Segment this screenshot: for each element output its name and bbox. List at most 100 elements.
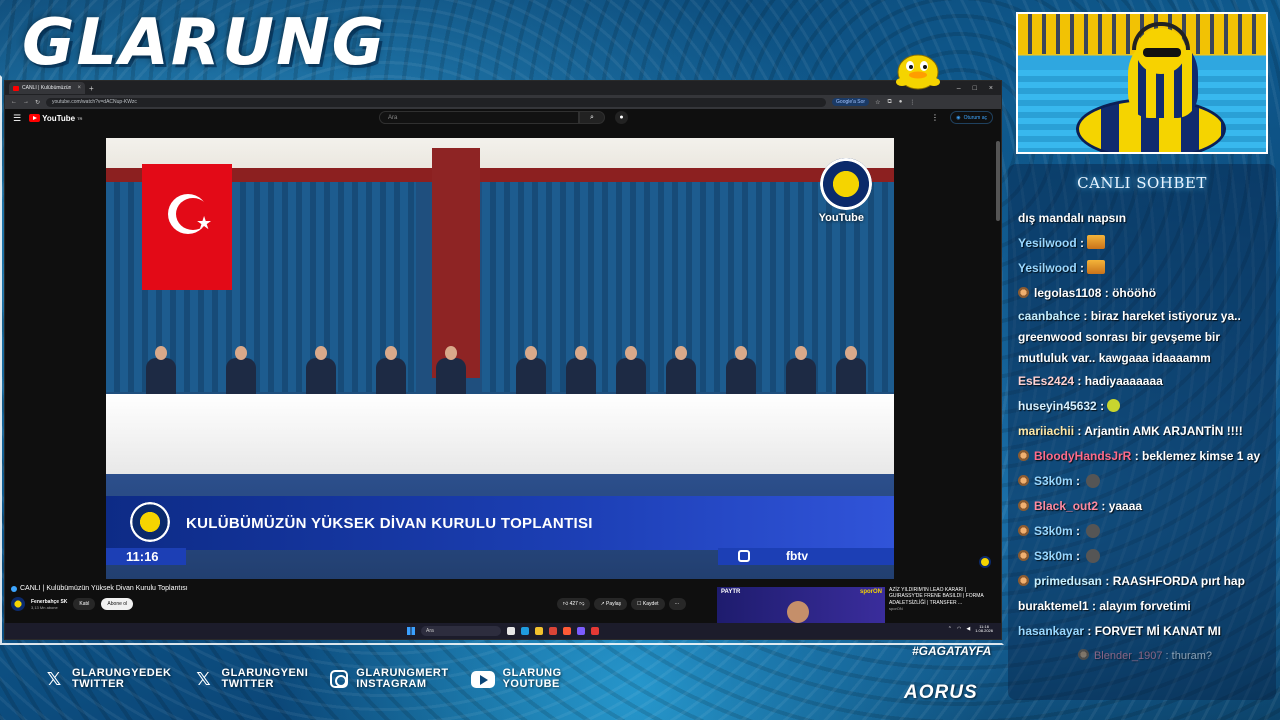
more-options-icon[interactable]: ⋮ [931, 113, 939, 122]
user-badge-icon [1018, 287, 1029, 298]
new-tab-button[interactable]: + [89, 84, 94, 93]
taskbar-search[interactable]: Ara [421, 626, 501, 636]
extensions-icon[interactable]: ⧉ [887, 99, 891, 106]
user-badge-icon [1018, 525, 1029, 536]
maximize-button[interactable]: □ [973, 85, 977, 92]
network-icon[interactable]: ◠ [957, 626, 961, 632]
chat-username[interactable]: S3k0m [1034, 549, 1073, 563]
windows-start-icon[interactable] [407, 627, 415, 635]
chat-text: : [1100, 399, 1105, 413]
chrome-icon[interactable] [549, 627, 557, 635]
taskbar-clock[interactable]: 11:16 1.08.2026 [975, 624, 993, 634]
chat-username[interactable]: Black_out2 [1034, 499, 1098, 513]
chat-username[interactable]: Blender_1907 [1094, 650, 1163, 662]
menu-icon[interactable]: ⋮ [909, 99, 915, 106]
chat-text: : [1076, 549, 1081, 563]
edge-icon[interactable] [521, 627, 529, 635]
chat-username[interactable]: Yesilwood [1018, 236, 1077, 250]
youtube-search-input[interactable]: Ara [379, 111, 579, 124]
close-window-button[interactable]: × [989, 85, 993, 92]
recommended-video[interactable]: PAYTR sporON AZİZ YILDIRIM'IN LEAO KARAR… [717, 587, 999, 623]
chat-text: : [1076, 524, 1081, 538]
share-button[interactable]: ↗ Paylaş [594, 598, 628, 610]
channel-watermark-icon[interactable] [979, 556, 991, 568]
recommended-channel[interactable]: sporON [889, 606, 999, 611]
page-scrollbar[interactable] [996, 141, 1000, 221]
thumb-label: PAYTR [721, 589, 741, 595]
thumbs-down-icon[interactable]: 👎︎ [579, 601, 584, 607]
chat-username[interactable]: legolas1108 [1034, 286, 1101, 300]
brave-icon[interactable] [563, 627, 571, 635]
bookmark-star-icon[interactable]: ☆ [875, 99, 880, 106]
youtube-icon [470, 670, 495, 688]
chat-username[interactable]: Yesilwood [1018, 261, 1077, 275]
chat-text: dış mandalı napsın [1018, 211, 1127, 225]
youtube-logo[interactable]: YouTube TR [29, 114, 82, 123]
fbtv-label: fbtv [786, 549, 808, 563]
app-icon[interactable] [577, 627, 585, 635]
social-label: GLARUNGYEDEK TWITTER [72, 668, 172, 690]
chat-username[interactable]: hasankayar [1018, 624, 1084, 638]
chat-username[interactable]: EsEs2424 [1018, 374, 1074, 388]
minimize-button[interactable]: – [957, 85, 961, 92]
sponsor-logo: AORUS [904, 682, 978, 703]
chat-username[interactable]: mariiachii [1018, 424, 1074, 438]
subscribe-button[interactable]: Abone ol [101, 598, 134, 610]
social-twitter-yeni[interactable]: 𝕏 GLARUNGYENI TWITTER [194, 668, 309, 690]
social-platform: YOUTUBE [502, 678, 560, 690]
forward-icon[interactable]: → [23, 99, 29, 105]
ask-google-button[interactable]: Google'a Sor [832, 98, 870, 106]
chat-message: primedusan : RAASHFORDA pırt hap [1018, 569, 1272, 594]
search-icon[interactable]: ⌕ [579, 111, 605, 124]
chat-username[interactable]: buraktemel1 [1018, 599, 1089, 613]
chat-username[interactable]: BloodyHandsJrR [1034, 449, 1131, 463]
instagram-icon [330, 670, 349, 688]
more-actions-icon[interactable]: ⋯ [668, 598, 686, 610]
like-button[interactable]: 👍︎ 427 👎︎ [557, 598, 591, 610]
recommended-title[interactable]: AZİZ YILDIRIM'IN LEAO KARARI | GUIRASSY'… [889, 587, 999, 606]
reload-icon[interactable]: ↻ [35, 99, 40, 106]
social-youtube[interactable]: GLARUNG YOUTUBE [470, 668, 562, 690]
browser-tab[interactable]: CANLI | Kulübümüzün × [9, 82, 85, 94]
tab-title: CANLI | Kulübümüzün [22, 85, 72, 91]
share-label: Paylaş [606, 601, 622, 607]
social-instagram[interactable]: GLARUNGMERT INSTAGRAM [330, 668, 448, 690]
microphone-icon[interactable]: ● [615, 111, 628, 124]
chat-text: : [1076, 474, 1081, 488]
channel-avatar[interactable] [11, 597, 25, 611]
chat-username[interactable]: huseyin45632 [1018, 399, 1097, 413]
social-twitter-yedek[interactable]: 𝕏 GLARUNGYEDEK TWITTER [44, 668, 172, 690]
volume-icon[interactable]: ◀ [966, 626, 970, 632]
task-view-icon[interactable] [507, 627, 515, 635]
turkish-flag: ★ [142, 164, 232, 290]
back-icon[interactable]: ← [11, 99, 17, 105]
chat-username[interactable]: S3k0m [1034, 474, 1073, 488]
recommended-thumbnail[interactable]: PAYTR sporON [717, 587, 885, 623]
video-player[interactable]: ★ YouTube KULÜBÜMÜZÜN YÜKSEK DİVAN KURUL… [106, 138, 894, 579]
social-label: GLARUNG YOUTUBE [503, 668, 562, 690]
chat-text: : hadiyaaaaaaa [1077, 374, 1163, 388]
user-badge-icon [1018, 500, 1029, 511]
hamburger-menu-icon[interactable]: ☰ [13, 113, 21, 124]
file-explorer-icon[interactable] [535, 627, 543, 635]
save-icon: ☐ [637, 601, 642, 607]
chat-message: buraktemel1 : alayım forvetimi [1018, 594, 1272, 619]
meeting-attendees [136, 328, 876, 398]
sign-in-button[interactable]: ◉ Oturum aç [950, 111, 993, 124]
profile-icon[interactable]: ● [899, 99, 903, 106]
chat-username[interactable]: S3k0m [1034, 524, 1073, 538]
stream-overlay: { "brand": { "title": "GLARUNG" }, "brow… [0, 0, 1280, 720]
youtube-play-icon [29, 114, 41, 122]
chat-message: mariiachii : Arjantin AMK ARJANTİN !!!! [1018, 419, 1272, 444]
save-button[interactable]: ☐ Kaydet [631, 598, 665, 610]
join-button[interactable]: Katıl [73, 598, 96, 610]
chat-username[interactable]: primedusan [1034, 574, 1102, 588]
chat-username[interactable]: caanbahce [1018, 309, 1080, 323]
obs-icon[interactable] [591, 627, 599, 635]
close-tab-icon[interactable]: × [77, 85, 81, 91]
channel-name[interactable]: Fenerbahçe SK [31, 599, 67, 605]
thumbs-up-icon: 👍︎ [563, 601, 569, 607]
url-field[interactable]: youtube.com/watch?v=dACNup-KWzc [46, 97, 827, 107]
tray-chevron-icon[interactable]: ⌃ [948, 626, 952, 632]
social-links: 𝕏 GLARUNGYEDEK TWITTER 𝕏 GLARUNGYENI TWI… [44, 668, 562, 690]
